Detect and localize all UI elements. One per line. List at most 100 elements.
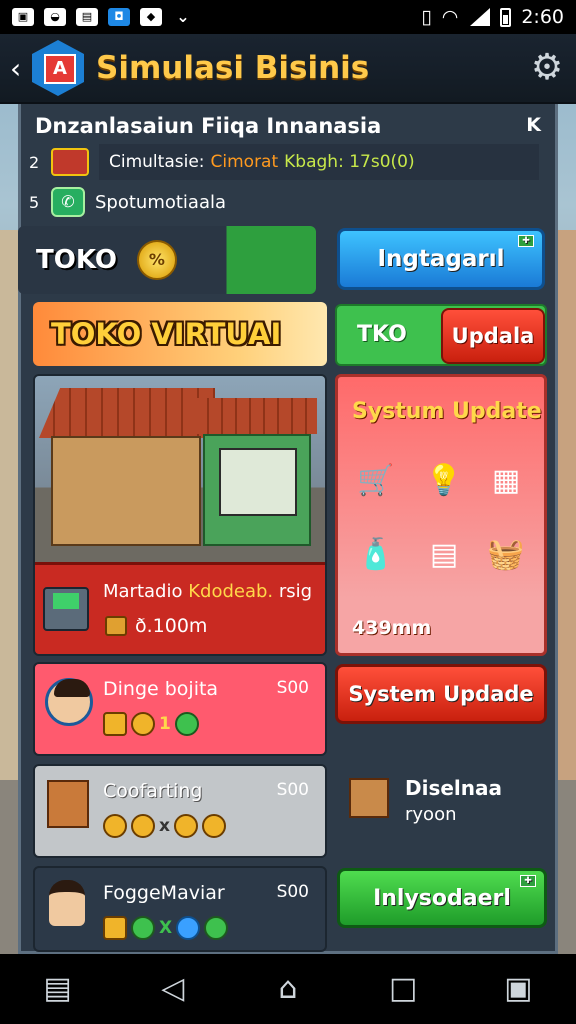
package-icon (349, 778, 389, 818)
list-item[interactable]: FoggeMaviar S00 X (33, 866, 327, 952)
home-icon[interactable]: ⌂ (270, 971, 306, 1007)
wifi-icon: ◠ (441, 6, 459, 28)
clock: 2:60 (521, 6, 564, 28)
distributor-name: Diselnaa (405, 776, 503, 800)
app-logo (32, 40, 84, 96)
smiley-icon (103, 814, 127, 838)
chip-count: 1 (159, 714, 171, 734)
box-icon (105, 616, 127, 636)
vibrate-icon: ▯ (421, 6, 432, 28)
shop-card[interactable]: Martadio Kdodeab. rsig ð.100m (33, 374, 327, 656)
status-bar: ▣ ◒ ▤ ◘ ◆ ⌄ ▯ ◠ 2:60 (0, 0, 576, 34)
store-icon[interactable]: ▤ (40, 971, 76, 1007)
bulb-icon[interactable]: 💡 (424, 461, 464, 501)
app-notification-icon: ◘ (108, 8, 130, 26)
back-icon[interactable]: ◁ (155, 971, 191, 1007)
app-title: Simulasi Bisinis (96, 50, 370, 86)
chest-icon (51, 148, 89, 176)
battery-icon (500, 7, 512, 27)
info-label: Spotumotiaala (95, 191, 227, 213)
gem-icon (176, 916, 201, 940)
distributor-item[interactable]: Diselnaa ryoon (341, 764, 547, 858)
market-stall (51, 436, 201, 546)
info-box: Cimultasie: Cimorat Kbagh: 17s0(0) (99, 144, 539, 180)
inlysodaerl-button[interactable]: Inlysodaerl ✚ (337, 868, 547, 928)
avatar (45, 678, 93, 726)
resource-chips: x (103, 814, 226, 838)
item-name: Dinge bojita (103, 678, 219, 700)
tko-box: TKO Updala (335, 304, 547, 366)
info-row-number: 2 (29, 152, 40, 172)
shelf-icon[interactable]: ▦ (486, 461, 526, 501)
resource-chips: X (103, 916, 229, 940)
ingtagaril-button[interactable]: Ingtagarıl ✚ (337, 228, 545, 290)
distributor-sub: ryoon (405, 804, 457, 825)
toko-label: TOKO (36, 245, 117, 275)
navigation-bar: ▤ ◁ ⌂ □ ▣ (0, 954, 576, 1024)
gem-icon (204, 916, 229, 940)
item-value: S00 (276, 678, 309, 698)
panel-title: Dnzanlasaiun Fiiqa Innanasia (35, 114, 382, 138)
item-name: Coofarting (103, 780, 203, 802)
info-row-support[interactable]: 5 ✆ Spotumotiaala (29, 184, 226, 220)
cash-register-icon (43, 587, 89, 631)
shield-icon: ◆ (140, 8, 162, 26)
info-row-number: 5 (29, 192, 40, 212)
info-row-simulation: 2 Cimultasie: Cimorat Kbagh: 17s0(0) (29, 144, 539, 180)
toko-card[interactable]: TOKO % (18, 226, 316, 294)
bottle-icon[interactable]: 🧴 (356, 535, 396, 575)
system-update-button[interactable]: System Updade (335, 664, 547, 724)
kiosk (203, 434, 311, 546)
button-label: Ingtagarıl (377, 246, 505, 272)
box-icon (103, 916, 127, 940)
signal-icon (468, 8, 491, 26)
price-text: ð.100m (135, 615, 208, 637)
upgrade-amount: 439mm (352, 617, 432, 639)
gem-icon (174, 712, 199, 736)
badge-icon: ✚ (518, 235, 534, 247)
list-item[interactable]: Dinge bojita S00 1 (33, 662, 327, 756)
coin-icon: % (136, 240, 177, 280)
back-arrow-icon[interactable]: ‹ (10, 52, 28, 85)
bag-icon[interactable]: ▣ (500, 971, 536, 1007)
cart-icon[interactable]: 🛒 (356, 461, 396, 501)
basket-icon[interactable]: 🧺 (486, 535, 526, 575)
awning (195, 398, 317, 434)
coin-icon (201, 814, 226, 838)
shop-info: Martadio Kdodeab. rsig ð.100m (35, 562, 325, 654)
shop-name-text: Martadio (103, 581, 183, 602)
shop-name: Martadio Kdodeab. rsig (103, 581, 312, 602)
gem-icon (131, 916, 155, 940)
register-icon[interactable]: ▤ (424, 535, 464, 575)
toko-virtual-banner: TOKO VIRTUAI (33, 302, 327, 366)
tko-label: TKO (357, 322, 407, 347)
coin-icon (173, 814, 198, 838)
main-panel: Dnzanlasaiun Fiiqa Innanasia K 2 Cimulta… (18, 104, 558, 954)
gear-icon[interactable]: ⚙ (528, 49, 566, 87)
banner-label: TOKO VIRTUAI (51, 317, 282, 351)
system-update-title: Systum Update (352, 399, 542, 424)
update-button[interactable]: Updala (441, 308, 545, 364)
button-label: System Updade (348, 682, 534, 706)
shop-illustration (35, 376, 325, 562)
coin-icon (131, 814, 155, 838)
box-icon (103, 712, 127, 736)
system-update-card[interactable]: Systum Update 🛒 💡 ▦ 🧴 ▤ 🧺 439mm (335, 374, 547, 656)
item-name: FoggeMaviar (103, 882, 225, 904)
phone-icon: ✆ (51, 187, 85, 217)
shop-name-highlight: Kdodeab. (188, 581, 274, 602)
info-highlight: Cimorat (210, 152, 279, 172)
coin-icon (131, 712, 155, 736)
info-label: Cimultasie: (109, 152, 205, 172)
gallery-icon: ▣ (12, 8, 34, 26)
close-button[interactable]: K (526, 114, 541, 136)
photo-icon: ◒ (44, 8, 66, 26)
item-value: S00 (276, 780, 309, 800)
shop-price: ð.100m (105, 615, 207, 637)
list-item[interactable]: Coofarting S00 x (33, 764, 327, 858)
chip-count: X (159, 918, 173, 938)
chip-count: x (159, 816, 170, 836)
chevron-down-icon: ⌄ (176, 7, 190, 26)
recents-icon[interactable]: □ (385, 971, 421, 1007)
avatar (49, 880, 85, 926)
